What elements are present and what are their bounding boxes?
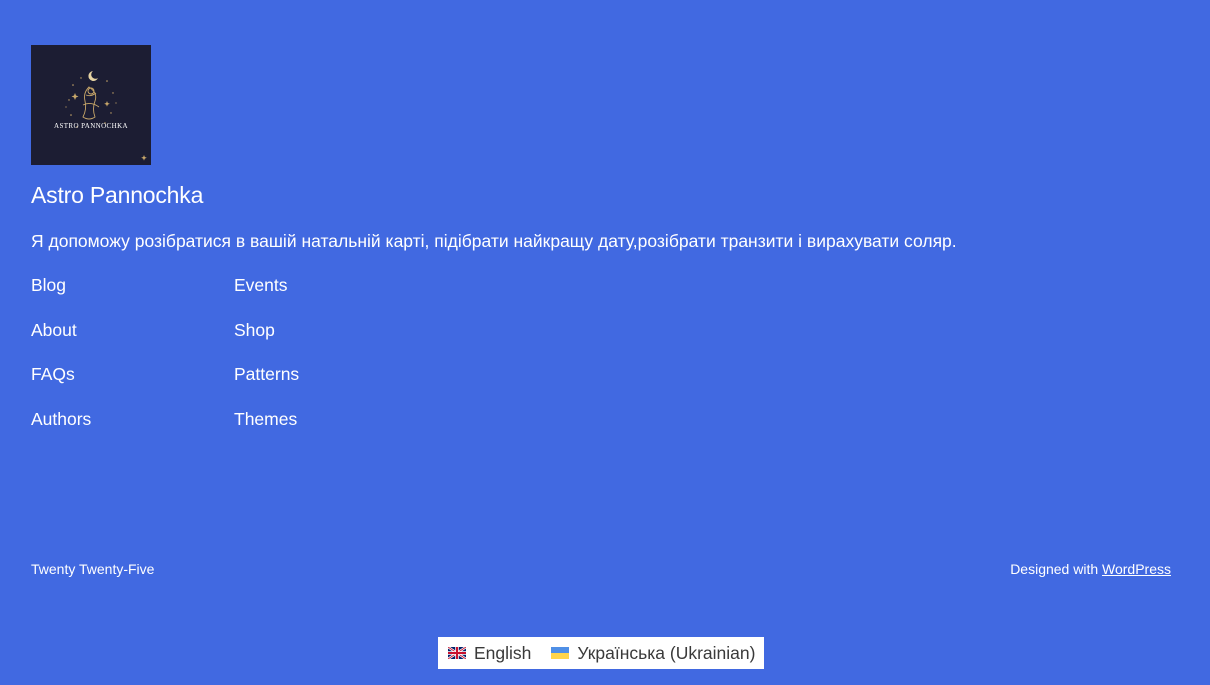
svg-text:ASTRO PANNOCHKA: ASTRO PANNOCHKA	[54, 122, 128, 130]
nav-item-about: About	[31, 318, 91, 363]
astrology-logo-icon: ASTRO PANNOCHKA	[31, 45, 151, 165]
theme-name-link[interactable]: Twenty Twenty-Five	[31, 560, 154, 578]
nav-link-events[interactable]: Events	[234, 275, 288, 295]
site-title[interactable]: Astro Pannochka	[31, 180, 203, 210]
nav-item-blog: Blog	[31, 273, 91, 318]
ukraine-flag-icon	[551, 647, 570, 659]
nav-link-faqs[interactable]: FAQs	[31, 364, 75, 384]
nav-item-shop: Shop	[234, 318, 299, 363]
nav-item-authors: Authors	[31, 407, 91, 452]
site-logo[interactable]: ASTRO PANNOCHKA	[31, 45, 151, 165]
nav-link-shop[interactable]: Shop	[234, 320, 275, 340]
language-option-english[interactable]: English	[448, 641, 531, 665]
nav-link-authors[interactable]: Authors	[31, 409, 91, 429]
wordpress-link[interactable]: WordPress	[1102, 561, 1171, 577]
language-switcher: English Українська (Ukrainian)	[438, 637, 764, 669]
language-label-ukrainian: Українська (Ukrainian)	[577, 643, 756, 663]
language-option-ukrainian[interactable]: Українська (Ukrainian)	[551, 641, 755, 665]
nav-column-2: Events Shop Patterns Themes	[234, 273, 299, 451]
site-tagline: Я допоможу розібратися в вашій натальній…	[31, 231, 957, 251]
uk-flag-icon	[448, 647, 466, 659]
nav-item-events: Events	[234, 273, 299, 318]
nav-item-patterns: Patterns	[234, 362, 299, 407]
nav-item-themes: Themes	[234, 407, 299, 452]
nav-item-faqs: FAQs	[31, 362, 91, 407]
language-label-english: English	[474, 643, 532, 663]
nav-link-about[interactable]: About	[31, 320, 77, 340]
nav-link-blog[interactable]: Blog	[31, 275, 66, 295]
nav-link-themes[interactable]: Themes	[234, 409, 297, 429]
nav-column-1: Blog About FAQs Authors	[31, 273, 91, 451]
designed-with-credit: Designed with WordPress	[1010, 560, 1171, 578]
designed-with-prefix: Designed with	[1010, 561, 1099, 577]
nav-link-patterns[interactable]: Patterns	[234, 364, 299, 384]
